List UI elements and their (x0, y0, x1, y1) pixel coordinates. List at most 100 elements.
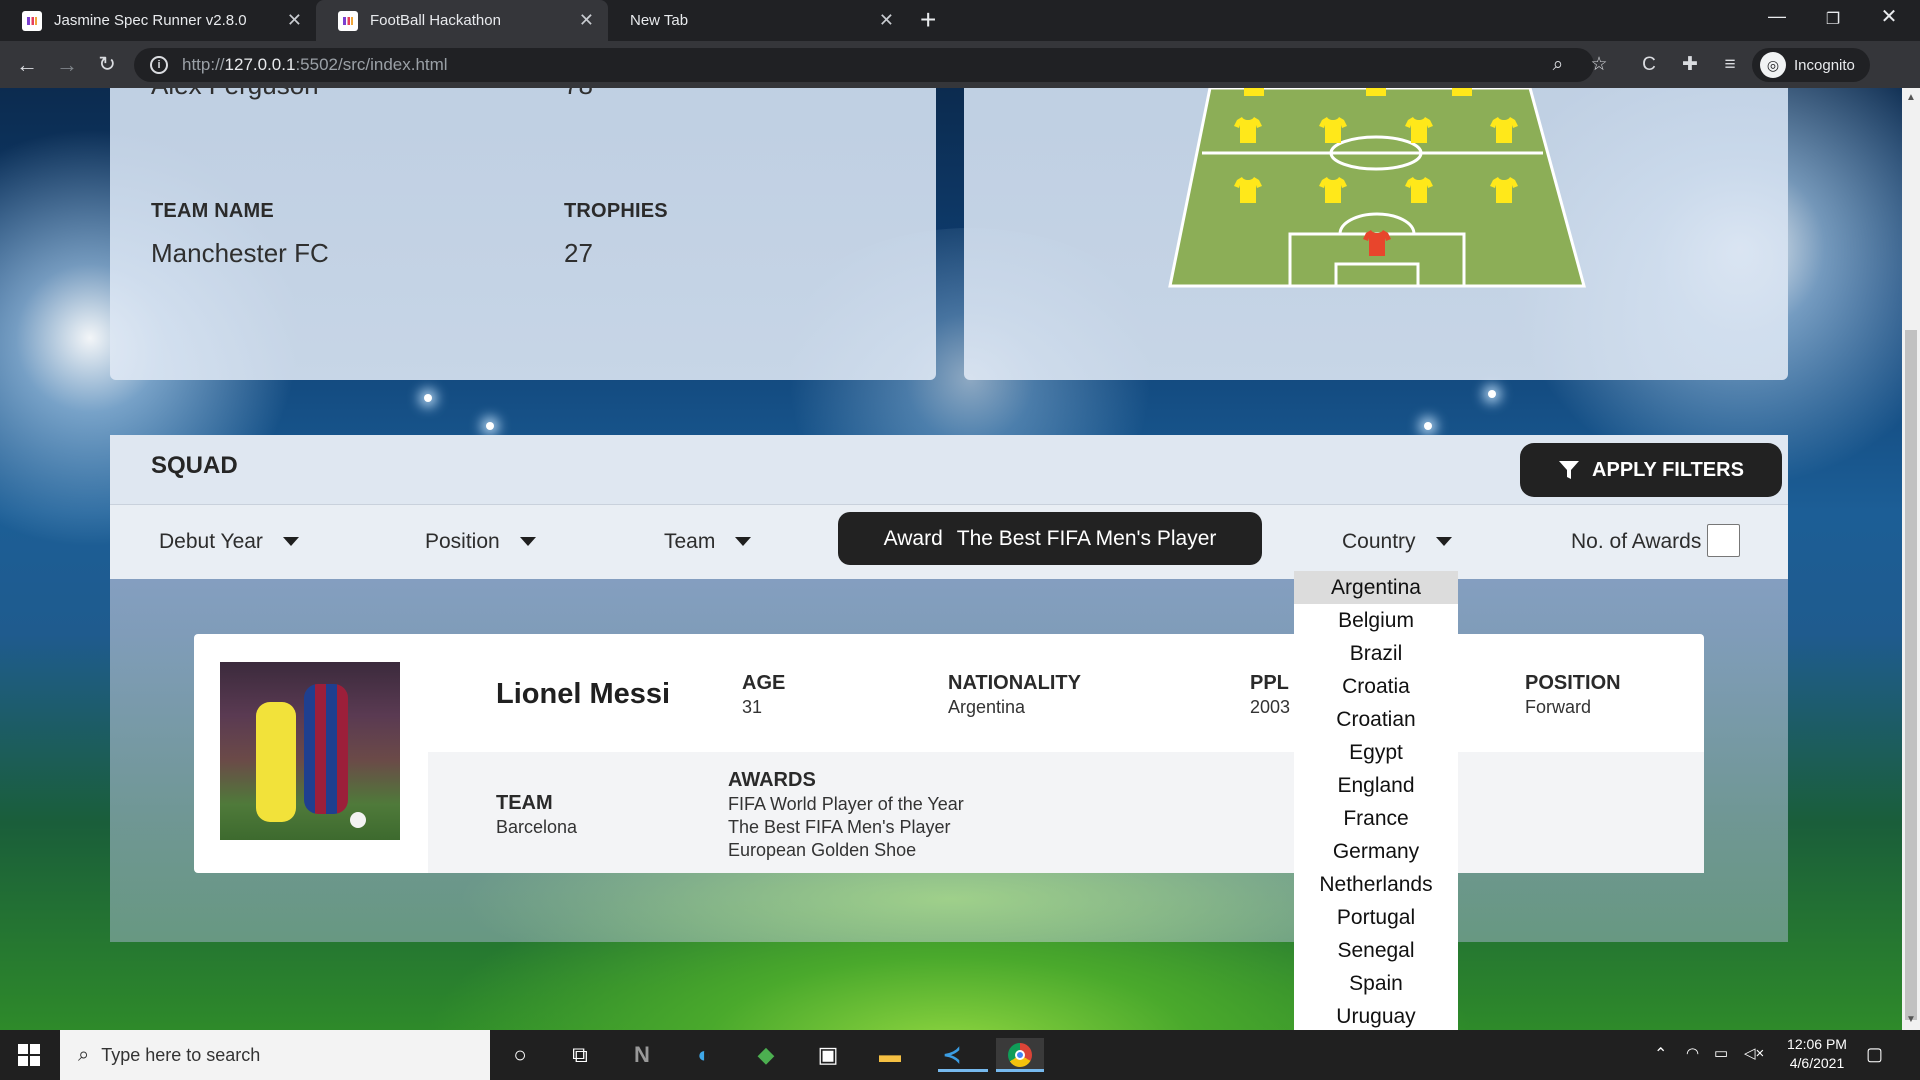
back-icon[interactable]: ← (12, 50, 42, 80)
chrome-icon[interactable] (996, 1038, 1044, 1072)
filter-position[interactable]: Position (425, 504, 536, 579)
country-option-england[interactable]: England (1294, 769, 1458, 802)
country-option-belgium[interactable]: Belgium (1294, 604, 1458, 637)
file-explorer-icon[interactable]: ▬ (872, 1038, 908, 1072)
country-option-portugal[interactable]: Portugal (1294, 901, 1458, 934)
country-option-uruguay[interactable]: Uruguay (1294, 1000, 1458, 1030)
minimize-icon[interactable]: — (1754, 6, 1800, 27)
media-queue-icon[interactable]: ≡ (1717, 52, 1743, 78)
close-tab-icon[interactable]: ✕ (579, 10, 594, 31)
close-window-icon[interactable]: ✕ (1866, 4, 1912, 29)
close-tab-icon[interactable]: ✕ (879, 10, 894, 31)
wifi-icon[interactable]: ◠ (1686, 1044, 1699, 1062)
bookmark-star-icon[interactable]: ☆ (1586, 52, 1612, 78)
vscode-icon[interactable]: ≺ (934, 1038, 988, 1072)
chrome-logo (1008, 1043, 1032, 1067)
filter-label: Debut Year (159, 529, 263, 553)
apply-filters-button[interactable]: APPLY FILTERS (1520, 443, 1782, 497)
country-option-netherlands[interactable]: Netherlands (1294, 868, 1458, 901)
light-sparkle (424, 394, 432, 402)
photo-figure-yellow (256, 702, 296, 822)
age-label: AGE (742, 672, 786, 694)
close-tab-icon[interactable]: ✕ (287, 10, 302, 31)
chevron-down-icon (735, 537, 752, 546)
reload-icon[interactable]: ↻ (92, 50, 122, 80)
filter-team[interactable]: Team (664, 504, 752, 579)
filter-debut-year[interactable]: Debut Year (159, 504, 299, 579)
filter-funnel-icon (1559, 461, 1580, 479)
light-sparkle (1424, 422, 1432, 430)
light-sparkle (1488, 390, 1496, 398)
url-host: 127.0.0.1 (224, 55, 296, 74)
address-bar[interactable]: i http://127.0.0.1:5502/src/index.html (134, 48, 1594, 82)
ppl-value: 2003 (1250, 697, 1291, 717)
info-icon[interactable]: i (150, 56, 168, 74)
tab-title: FootBall Hackathon (370, 12, 501, 29)
task-view-icon[interactable]: ⧉ (562, 1038, 598, 1072)
country-dropdown-list: Argentina Belgium Brazil Croatia Croatia… (1294, 571, 1458, 1030)
team-info-card (110, 88, 936, 380)
player-name: Lionel Messi (496, 678, 671, 710)
extensions-puzzle-icon[interactable]: ✚ (1677, 52, 1703, 78)
country-option-egypt[interactable]: Egypt (1294, 736, 1458, 769)
filter-num-awards-label: No. of Awards (1571, 529, 1702, 553)
position-value: Forward (1525, 697, 1592, 717)
profile-label: Incognito (1794, 56, 1855, 74)
app-n-icon[interactable]: N (624, 1038, 660, 1072)
light-sparkle (486, 422, 494, 430)
store-icon[interactable]: ▣ (810, 1038, 846, 1072)
site-favicon-icon (338, 10, 358, 31)
country-option-france[interactable]: France (1294, 802, 1458, 835)
player-shirt-icon (1405, 117, 1433, 143)
extension-c-icon[interactable]: C (1636, 52, 1662, 78)
scroll-up-icon[interactable]: ▲ (1906, 92, 1916, 103)
country-option-croatian[interactable]: Croatian (1294, 703, 1458, 736)
num-awards-input[interactable] (1707, 524, 1740, 557)
award-item: The Best FIFA Men's Player (728, 817, 951, 837)
country-option-croatia[interactable]: Croatia (1294, 670, 1458, 703)
clock-time: 12:06 PM (1787, 1036, 1847, 1052)
volume-muted-icon[interactable]: ◁× (1744, 1044, 1764, 1062)
clock-date: 4/6/2021 (1789, 1055, 1845, 1071)
scroll-down-icon[interactable]: ▼ (1906, 1014, 1916, 1025)
country-option-spain[interactable]: Spain (1294, 967, 1458, 1000)
forward-icon[interactable]: → (52, 50, 82, 80)
windows-start-icon[interactable] (18, 1044, 40, 1066)
edge-icon[interactable]: ◐ (686, 1038, 722, 1072)
chevron-down-icon (1435, 537, 1452, 546)
age-value: 31 (742, 697, 763, 717)
country-option-senegal[interactable]: Senegal (1294, 934, 1458, 967)
cortana-icon[interactable]: ○ (502, 1038, 538, 1072)
player-photo (220, 662, 400, 840)
filter-country[interactable]: Country (1342, 504, 1452, 579)
award-filter-value: The Best FIFA Men's Player (956, 526, 1217, 550)
player-shirt-icon (1319, 177, 1347, 203)
tab-new-tab[interactable]: New Tab ✕ (608, 0, 908, 41)
show-hidden-icons[interactable]: ⌃ (1654, 1044, 1667, 1064)
scrollbar-thumb[interactable] (1905, 330, 1917, 1020)
restore-icon[interactable]: ❐ (1810, 9, 1856, 29)
country-option-germany[interactable]: Germany (1294, 835, 1458, 868)
search-placeholder: Type here to search (101, 1044, 261, 1065)
award-item: European Golden Shoe (728, 840, 917, 860)
tab-jasmine[interactable]: Jasmine Spec Runner v2.8.0 ✕ (0, 0, 316, 41)
new-tab-button[interactable]: + (920, 4, 936, 36)
tab-football-hackathon[interactable]: FootBall Hackathon ✕ (316, 0, 608, 41)
notifications-icon[interactable]: ▢ (1866, 1044, 1883, 1065)
battery-icon[interactable]: ▭ (1714, 1044, 1728, 1062)
zoom-icon[interactable]: ⌕ (1545, 52, 1571, 78)
nationality-label: NATIONALITY (948, 672, 1081, 694)
app-green-icon[interactable]: ◆ (748, 1038, 784, 1072)
country-option-brazil[interactable]: Brazil (1294, 637, 1458, 670)
filter-award[interactable]: Award The Best FIFA Men's Player (838, 512, 1262, 565)
team-name: Manchester FC (151, 238, 329, 268)
chevron-down-icon (282, 537, 299, 546)
player-shirt-icon (1405, 177, 1433, 203)
tab-title: New Tab (630, 12, 689, 29)
trophies-count: 27 (564, 238, 593, 268)
incognito-profile-button[interactable]: ◎ Incognito (1752, 48, 1870, 82)
clock[interactable]: 12:06 PM 4/6/2021 (1782, 1036, 1852, 1071)
url-scheme: http:// (182, 55, 225, 74)
country-option-argentina[interactable]: Argentina (1294, 571, 1458, 604)
taskbar-search-box[interactable]: ⌕ Type here to search (60, 1030, 490, 1080)
